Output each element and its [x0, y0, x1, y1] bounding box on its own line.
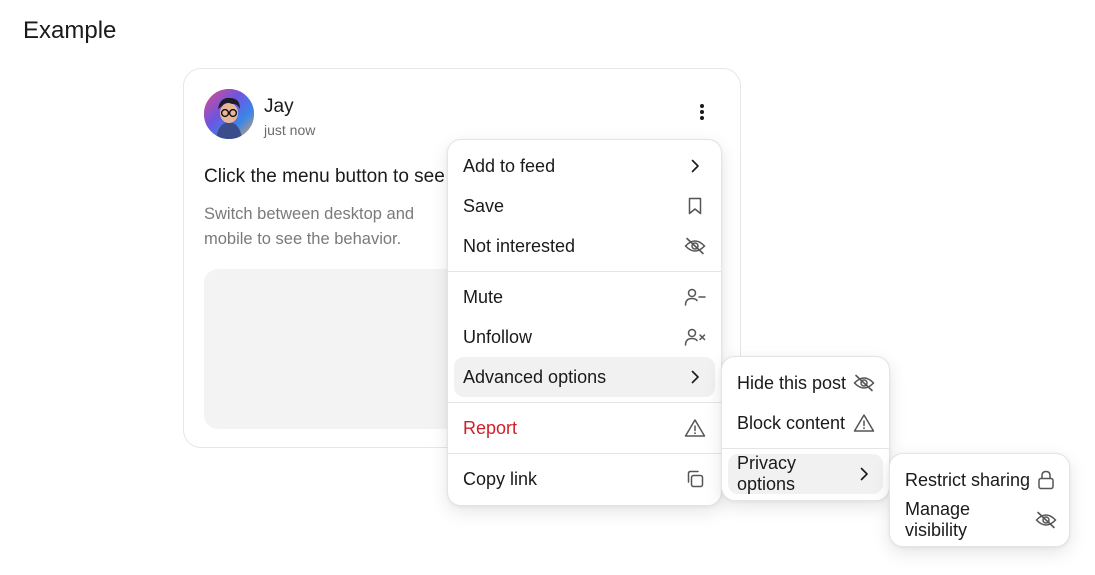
- menu-item-manage-visibility[interactable]: Manage visibility: [896, 499, 1063, 540]
- page: Example Jay just now Click the menu butt…: [0, 0, 1095, 575]
- menu-item-unfollow[interactable]: Unfollow: [454, 317, 715, 357]
- eye-off-icon: [853, 372, 875, 394]
- menu-separator: [448, 453, 721, 454]
- warning-icon: [853, 412, 875, 434]
- menu-item-label: Save: [463, 195, 505, 216]
- eye-off-icon: [684, 235, 706, 257]
- more-vertical-icon: [699, 103, 705, 126]
- menu-item-label: Restrict sharing: [905, 469, 1031, 490]
- avatar[interactable]: [204, 89, 254, 139]
- menu-item-save[interactable]: Save: [454, 186, 715, 226]
- menu-separator: [448, 271, 721, 272]
- menu-item-label: Add to feed: [463, 155, 556, 176]
- menu-item-label: Hide this post: [737, 372, 847, 393]
- menu-item-restrict-sharing[interactable]: Restrict sharing: [896, 460, 1063, 500]
- menu-item-label: Unfollow: [463, 326, 533, 347]
- post-timestamp: just now: [264, 122, 316, 138]
- menu-item-add-to-feed[interactable]: Add to feed: [454, 146, 715, 186]
- post-title: Click the menu button to see: [204, 166, 445, 187]
- user-minus-icon: [684, 286, 706, 308]
- bookmark-icon: [684, 195, 706, 217]
- chevron-right-icon: [684, 155, 706, 177]
- menu-item-block-content[interactable]: Block content: [728, 403, 883, 443]
- eye-off-icon: [1035, 509, 1057, 531]
- menu-item-label: Advanced options: [463, 366, 607, 387]
- menu-item-label: Report: [463, 417, 518, 438]
- menu-item-report[interactable]: Report: [454, 408, 715, 448]
- menu-item-privacy-options[interactable]: Privacy options: [728, 453, 883, 494]
- post-options-menu: Add to feed Save Not interested Mute Unf…: [447, 139, 722, 506]
- menu-item-label: Privacy options: [737, 453, 797, 494]
- author-name: Jay: [264, 96, 294, 117]
- chevron-right-icon: [684, 366, 706, 388]
- menu-separator: [448, 402, 721, 403]
- menu-item-label: Manage visibility: [905, 499, 971, 540]
- warning-icon: [684, 417, 706, 439]
- menu-item-label: Mute: [463, 286, 504, 307]
- user-x-icon: [684, 326, 706, 348]
- menu-item-not-interested[interactable]: Not interested: [454, 226, 715, 266]
- menu-item-copy-link[interactable]: Copy link: [454, 459, 715, 499]
- privacy-options-submenu: Restrict sharing Manage visibility: [889, 453, 1070, 547]
- menu-item-label: Block content: [737, 412, 846, 433]
- copy-icon: [684, 468, 706, 490]
- menu-separator: [722, 448, 889, 449]
- menu-item-mute[interactable]: Mute: [454, 277, 715, 317]
- page-title: Example: [23, 17, 117, 44]
- chevron-right-icon: [854, 463, 875, 485]
- post-body: Switch between desktop and mobile to see…: [204, 205, 415, 248]
- more-options-button[interactable]: [684, 99, 720, 129]
- lock-icon: [1035, 469, 1057, 491]
- advanced-options-submenu: Hide this post Block content Privacy opt…: [721, 356, 890, 501]
- menu-item-hide-this-post[interactable]: Hide this post: [728, 363, 883, 403]
- menu-item-advanced-options[interactable]: Advanced options: [454, 357, 715, 397]
- menu-item-label: Not interested: [463, 235, 576, 256]
- menu-item-label: Copy link: [463, 468, 538, 489]
